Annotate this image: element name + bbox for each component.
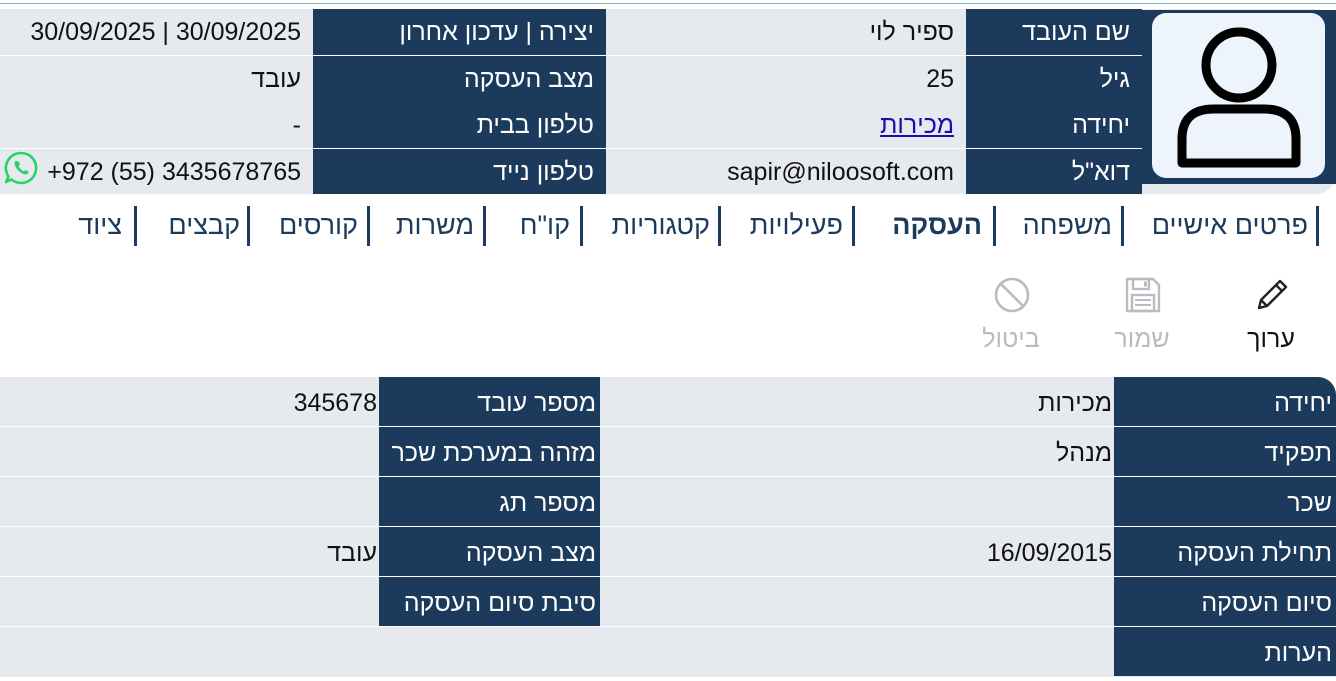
tab-resume[interactable]: קו"ח (510, 204, 570, 246)
tab-categories[interactable]: קטגוריות (606, 204, 710, 246)
details-start-label: תחילת העסקה (1114, 527, 1336, 576)
details-employment-status-value: עובד (327, 539, 377, 567)
details-role-value: מנהל (1056, 439, 1112, 467)
details-unit-label: יחידה (1114, 377, 1336, 426)
home-phone-label: טלפון בבית (313, 102, 606, 148)
tab-divider (580, 206, 583, 246)
top-divider (0, 3, 1336, 4)
floppy-disk-icon (1125, 277, 1161, 313)
details-payroll-id-label: מזהה במערכת שכר (379, 427, 600, 476)
cancel-button[interactable]: ביטול (966, 270, 1056, 360)
save-label: שמור (1114, 325, 1170, 353)
email-value: sapir@niloosoft.com (606, 149, 966, 194)
pencil-icon (1257, 279, 1288, 310)
mobile-phone-value: +972 (55) 3435678765 (40, 149, 313, 194)
details-salary-value (600, 477, 1114, 526)
whatsapp-icon[interactable] (3, 150, 39, 186)
details-notes-value (0, 627, 1114, 676)
tab-equipment[interactable]: ציוד (70, 204, 122, 246)
tab-divider (483, 206, 486, 246)
home-phone-value: - (0, 102, 313, 148)
details-unit-value: מכירות (1038, 389, 1112, 417)
user-silhouette-icon (1177, 27, 1301, 168)
edit-label: ערוך (1247, 325, 1295, 353)
tab-jobs[interactable]: משרות (392, 204, 474, 246)
tab-divider (247, 206, 250, 246)
details-end-label: סיום העסקה (1114, 577, 1336, 626)
tab-divider (852, 206, 855, 246)
edit-button[interactable]: ערוך (1226, 270, 1316, 360)
employee-name-value: ספיר לוי (606, 9, 966, 55)
email-label: דוא"ל (966, 149, 1142, 194)
details-notes-label: הערות (1114, 627, 1336, 676)
details-employment-status-label: מצב העסקה (379, 527, 600, 576)
employment-details-table: יחידה תפקיד שכר תחילת העסקה סיום העסקה ה… (0, 377, 1336, 677)
tab-divider (367, 206, 370, 246)
tab-divider (1121, 206, 1124, 246)
unit-label: יחידה (966, 102, 1142, 148)
created-updated-label: יצירה | עדכון אחרון (313, 9, 606, 55)
tab-personal-details[interactable]: פרטים אישיים (1148, 204, 1308, 246)
details-start-value: 16/09/2015 (986, 539, 1112, 567)
employment-status-label: מצב העסקה (313, 56, 606, 102)
age-value: 25 (606, 56, 966, 102)
details-payroll-id-value (0, 427, 379, 476)
details-role-label: תפקיד (1114, 427, 1336, 476)
tab-divider (718, 206, 721, 246)
details-tag-number-label: מספר תג (379, 477, 600, 526)
details-end-reason-label: סיבת סיום העסקה (379, 577, 600, 626)
tab-courses[interactable]: קורסים (274, 204, 358, 246)
unit-link[interactable]: מכירות (880, 111, 954, 139)
avatar[interactable] (1152, 13, 1325, 178)
tab-divider (993, 206, 996, 246)
cancel-label: ביטול (982, 325, 1040, 353)
details-end-value (600, 577, 1114, 626)
prohibited-icon (994, 277, 1030, 313)
tab-family[interactable]: משפחה (1018, 204, 1112, 246)
tab-files[interactable]: קבצים (160, 204, 240, 246)
details-employee-number-value: 345678 (293, 389, 377, 417)
mobile-phone-label: טלפון נייד (313, 149, 606, 194)
details-end-reason-value (0, 577, 379, 626)
tab-activities[interactable]: פעילויות (745, 204, 843, 246)
tab-divider (1316, 206, 1319, 246)
tab-employment[interactable]: העסקה (884, 204, 982, 246)
employee-header-card: שם העובד גיל יחידה דוא"ל ספיר לוי 25 מכי… (0, 9, 1336, 194)
age-label: גיל (966, 56, 1142, 102)
unit-value-container: מכירות (606, 102, 966, 148)
employment-status-value: עובד (0, 56, 313, 102)
details-employee-number-label: מספר עובד (379, 377, 600, 426)
employee-name-label: שם העובד (966, 9, 1142, 55)
details-salary-label: שכר (1114, 477, 1336, 526)
tab-divider (134, 206, 137, 246)
created-updated-value: 30/09/2025 | 30/09/2025 (0, 9, 313, 55)
details-tag-number-value (0, 477, 379, 526)
save-button[interactable]: שמור (1097, 270, 1187, 360)
